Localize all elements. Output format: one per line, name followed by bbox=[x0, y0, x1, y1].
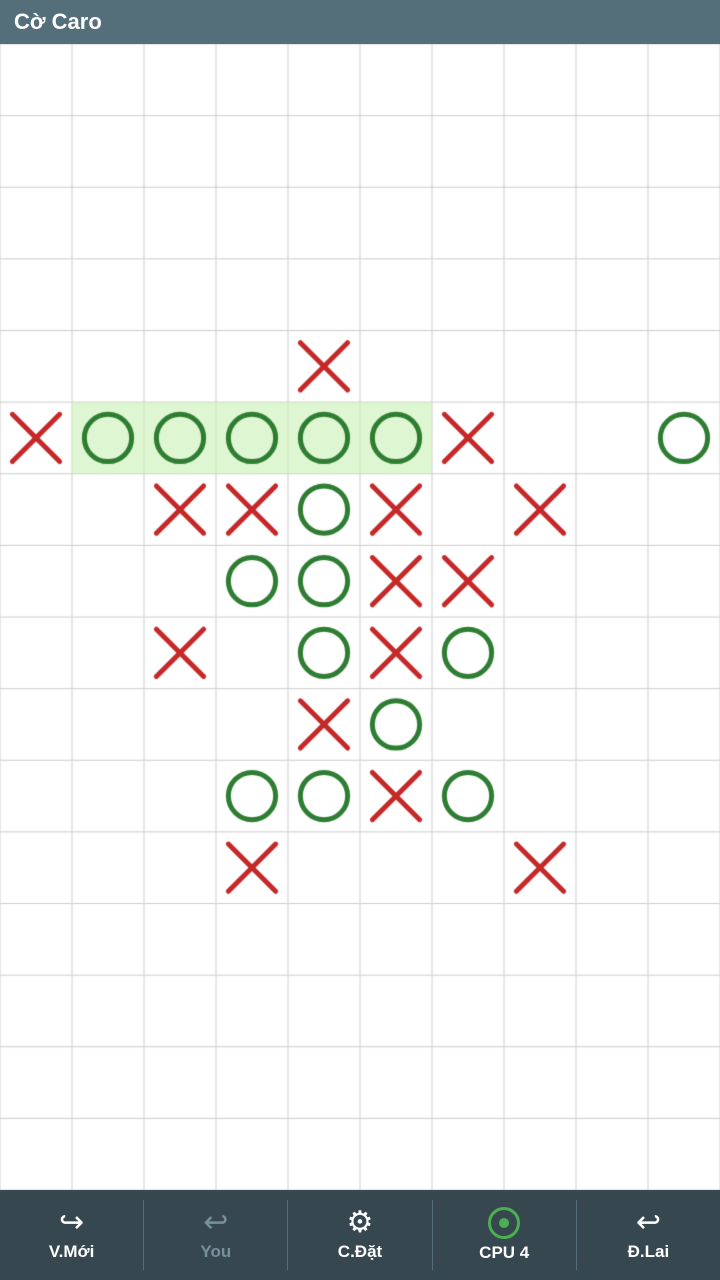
cdat-button[interactable]: ⚙ C.Đặt bbox=[288, 1190, 431, 1280]
game-board[interactable] bbox=[0, 44, 720, 1190]
cpu-circle-dot bbox=[499, 1218, 509, 1228]
cdat-label: C.Đặt bbox=[338, 1242, 382, 1262]
cpu-button[interactable]: CPU 4 bbox=[433, 1190, 576, 1280]
cpu-label: CPU 4 bbox=[479, 1243, 529, 1263]
cpu-circle-icon bbox=[488, 1207, 520, 1239]
vnew-button[interactable]: ↪ V.Mới bbox=[0, 1190, 143, 1280]
dlai-button[interactable]: ↩ Đ.Lai bbox=[577, 1190, 720, 1280]
vnew-label: V.Mới bbox=[49, 1242, 94, 1262]
bottom-toolbar: ↪ V.Mới ↩ You ⚙ C.Đặt CPU 4 ↩ Đ.Lai bbox=[0, 1190, 720, 1280]
board-canvas[interactable] bbox=[0, 44, 720, 1190]
you-button[interactable]: ↩ You bbox=[144, 1190, 287, 1280]
dlai-icon: ↩ bbox=[636, 1208, 661, 1238]
you-label: You bbox=[200, 1242, 231, 1262]
app-header: Cờ Caro bbox=[0, 0, 720, 44]
dlai-label: Đ.Lai bbox=[628, 1242, 670, 1262]
cdat-icon: ⚙ bbox=[347, 1208, 374, 1238]
vnew-icon: ↪ bbox=[59, 1208, 84, 1238]
app-title: Cờ Caro bbox=[14, 9, 102, 35]
you-icon: ↩ bbox=[203, 1208, 228, 1238]
